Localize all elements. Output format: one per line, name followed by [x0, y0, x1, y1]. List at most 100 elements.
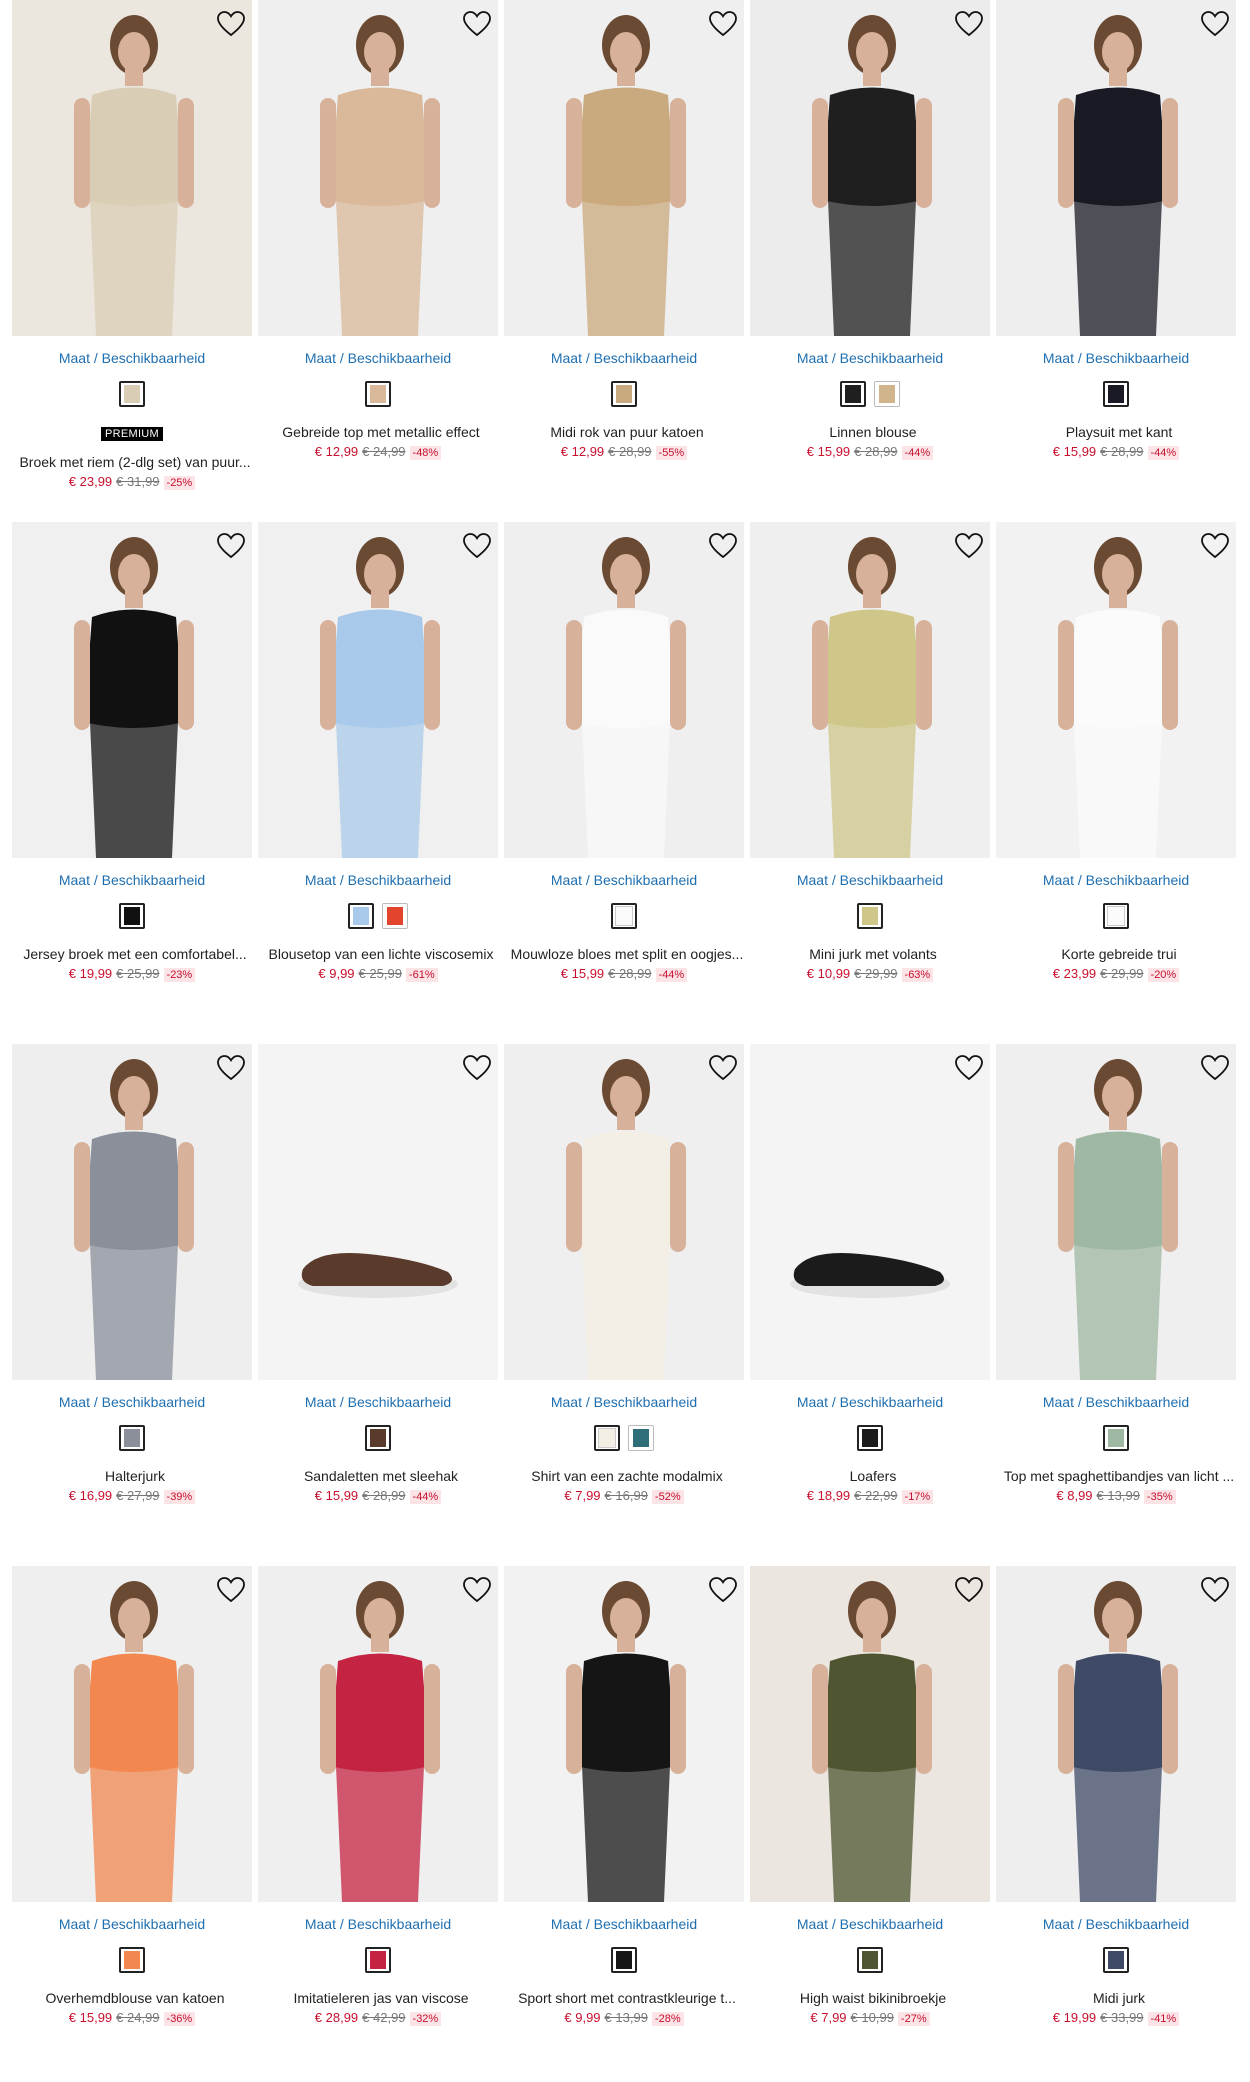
product-name[interactable]: Shirt van een zachte modalmix	[504, 1468, 750, 1484]
product-image[interactable]	[504, 0, 744, 336]
product-name[interactable]: Jersey broek met een comfortabel...	[12, 946, 258, 962]
product-image[interactable]	[504, 1566, 744, 1902]
size-availability-link[interactable]: Maat / Beschikbaarheid	[258, 1394, 498, 1410]
product-image[interactable]	[750, 522, 990, 858]
product-image[interactable]	[750, 1044, 990, 1380]
product-name[interactable]: Loafers	[750, 1468, 996, 1484]
color-swatch[interactable]	[1103, 1425, 1129, 1451]
product-name[interactable]: Midi jurk	[996, 1990, 1242, 2006]
color-swatch[interactable]	[611, 381, 637, 407]
size-availability-link[interactable]: Maat / Beschikbaarheid	[996, 1916, 1236, 1932]
color-swatch[interactable]	[1103, 381, 1129, 407]
wishlist-heart-icon[interactable]	[954, 10, 984, 38]
product-image[interactable]	[258, 1044, 498, 1380]
wishlist-heart-icon[interactable]	[462, 1054, 492, 1082]
color-swatch[interactable]	[119, 1425, 145, 1451]
product-card[interactable]: Maat / Beschikbaarheid Gebreide top met …	[258, 0, 504, 500]
product-name[interactable]: Korte gebreide trui	[996, 946, 1242, 962]
product-card[interactable]: Maat / Beschikbaarheid Imitatieleren jas…	[258, 1566, 504, 2066]
product-image[interactable]	[12, 1044, 252, 1380]
size-availability-link[interactable]: Maat / Beschikbaarheid	[258, 1916, 498, 1932]
color-swatch[interactable]	[857, 903, 883, 929]
product-card[interactable]: Maat / Beschikbaarheid Mouwloze bloes me…	[504, 522, 750, 1022]
product-name[interactable]: High waist bikinibroekje	[750, 1990, 996, 2006]
product-image[interactable]	[750, 0, 990, 336]
size-availability-link[interactable]: Maat / Beschikbaarheid	[504, 872, 744, 888]
size-availability-link[interactable]: Maat / Beschikbaarheid	[996, 872, 1236, 888]
product-image[interactable]	[258, 522, 498, 858]
product-card[interactable]: Maat / Beschikbaarheid Top met spaghetti…	[996, 1044, 1242, 1544]
product-card[interactable]: Maat / Beschikbaarheid Overhemdblouse va…	[12, 1566, 258, 2066]
color-swatch[interactable]	[611, 1947, 637, 1973]
color-swatch[interactable]	[611, 903, 637, 929]
size-availability-link[interactable]: Maat / Beschikbaarheid	[258, 350, 498, 366]
color-swatch[interactable]	[594, 1425, 620, 1451]
product-name[interactable]: Top met spaghettibandjes van licht ...	[996, 1468, 1242, 1484]
product-name[interactable]: Imitatieleren jas van viscose	[258, 1990, 504, 2006]
product-image[interactable]	[996, 1044, 1236, 1380]
product-image[interactable]	[996, 522, 1236, 858]
product-card[interactable]: Maat / Beschikbaarheid Midi jurk € 19,99…	[996, 1566, 1242, 2066]
product-name[interactable]: Gebreide top met metallic effect	[258, 424, 504, 440]
wishlist-heart-icon[interactable]	[954, 1054, 984, 1082]
product-card[interactable]: Maat / Beschikbaarheid Korte gebreide tr…	[996, 522, 1242, 1022]
wishlist-heart-icon[interactable]	[708, 10, 738, 38]
color-swatch[interactable]	[874, 381, 900, 407]
size-availability-link[interactable]: Maat / Beschikbaarheid	[996, 1394, 1236, 1410]
product-card[interactable]: Maat / Beschikbaarheid Blousetop van een…	[258, 522, 504, 1022]
product-card[interactable]: Maat / Beschikbaarheid Midi rok van puur…	[504, 0, 750, 500]
color-swatch[interactable]	[348, 903, 374, 929]
size-availability-link[interactable]: Maat / Beschikbaarheid	[12, 1394, 252, 1410]
wishlist-heart-icon[interactable]	[708, 1054, 738, 1082]
product-card[interactable]: Maat / Beschikbaarheid Loafers € 18,99 € …	[750, 1044, 996, 1544]
product-name[interactable]: Halterjurk	[12, 1468, 258, 1484]
wishlist-heart-icon[interactable]	[462, 532, 492, 560]
product-name[interactable]: Sandaletten met sleehak	[258, 1468, 504, 1484]
wishlist-heart-icon[interactable]	[1200, 532, 1230, 560]
product-image[interactable]	[258, 1566, 498, 1902]
size-availability-link[interactable]: Maat / Beschikbaarheid	[750, 350, 990, 366]
color-swatch[interactable]	[119, 381, 145, 407]
product-name[interactable]: Broek met riem (2-dlg set) van puur...	[12, 454, 258, 470]
wishlist-heart-icon[interactable]	[708, 532, 738, 560]
product-name[interactable]: Midi rok van puur katoen	[504, 424, 750, 440]
size-availability-link[interactable]: Maat / Beschikbaarheid	[750, 1394, 990, 1410]
color-swatch[interactable]	[1103, 1947, 1129, 1973]
product-name[interactable]: Overhemdblouse van katoen	[12, 1990, 258, 2006]
size-availability-link[interactable]: Maat / Beschikbaarheid	[12, 872, 252, 888]
product-card[interactable]: Maat / Beschikbaarheid Jersey broek met …	[12, 522, 258, 1022]
product-image[interactable]	[750, 1566, 990, 1902]
product-name[interactable]: Linnen blouse	[750, 424, 996, 440]
product-name[interactable]: Blousetop van een lichte viscosemix	[258, 946, 504, 962]
product-card[interactable]: Maat / Beschikbaarheid Playsuit met kant…	[996, 0, 1242, 500]
color-swatch[interactable]	[382, 903, 408, 929]
product-name[interactable]: Mouwloze bloes met split en oogjes...	[504, 946, 750, 962]
color-swatch[interactable]	[365, 1425, 391, 1451]
product-name[interactable]: Playsuit met kant	[996, 424, 1242, 440]
color-swatch[interactable]	[628, 1425, 654, 1451]
wishlist-heart-icon[interactable]	[1200, 1576, 1230, 1604]
size-availability-link[interactable]: Maat / Beschikbaarheid	[504, 350, 744, 366]
product-image[interactable]	[996, 1566, 1236, 1902]
product-card[interactable]: Maat / Beschikbaarheid Halterjurk € 16,9…	[12, 1044, 258, 1544]
product-card[interactable]: Maat / Beschikbaarheid PREMIUM Broek met…	[12, 0, 258, 500]
color-swatch[interactable]	[119, 1947, 145, 1973]
color-swatch[interactable]	[365, 1947, 391, 1973]
wishlist-heart-icon[interactable]	[1200, 10, 1230, 38]
wishlist-heart-icon[interactable]	[216, 10, 246, 38]
product-image[interactable]	[12, 1566, 252, 1902]
color-swatch[interactable]	[857, 1425, 883, 1451]
product-card[interactable]: Maat / Beschikbaarheid Linnen blouse € 1…	[750, 0, 996, 500]
wishlist-heart-icon[interactable]	[1200, 1054, 1230, 1082]
color-swatch[interactable]	[840, 381, 866, 407]
size-availability-link[interactable]: Maat / Beschikbaarheid	[750, 1916, 990, 1932]
wishlist-heart-icon[interactable]	[216, 1576, 246, 1604]
product-image[interactable]	[996, 0, 1236, 336]
color-swatch[interactable]	[1103, 903, 1129, 929]
size-availability-link[interactable]: Maat / Beschikbaarheid	[12, 350, 252, 366]
product-image[interactable]	[12, 0, 252, 336]
wishlist-heart-icon[interactable]	[954, 532, 984, 560]
color-swatch[interactable]	[857, 1947, 883, 1973]
product-image[interactable]	[258, 0, 498, 336]
size-availability-link[interactable]: Maat / Beschikbaarheid	[750, 872, 990, 888]
